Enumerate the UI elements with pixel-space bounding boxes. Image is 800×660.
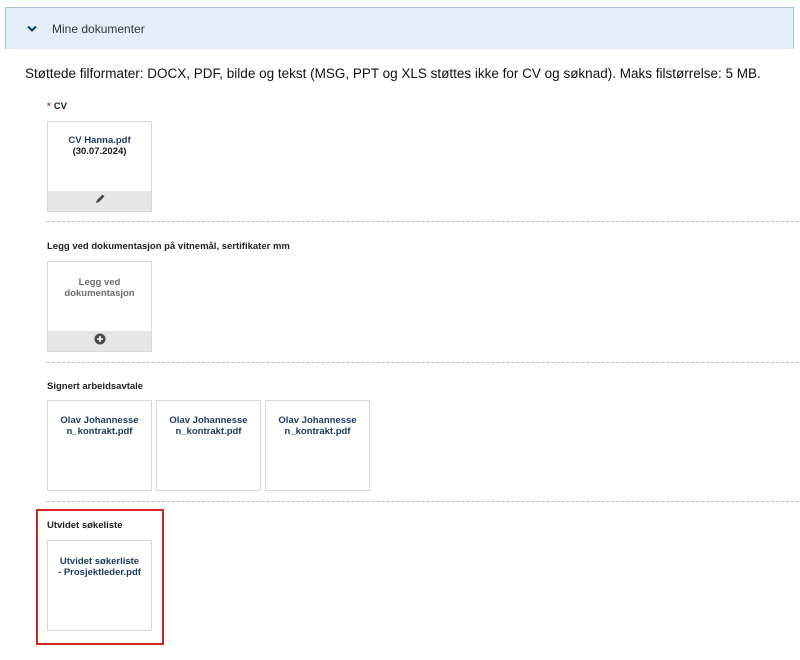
add-documentation-tile[interactable]: Legg ved dokumentasjon [47,261,152,352]
section-divider [47,501,799,502]
search-list-section: Utvidet søkeliste [47,520,799,531]
cv-label: * CV [47,101,67,112]
plus-circle-icon [94,332,106,350]
documentation-section: Legg ved dokumentasjon på vitnemål, sert… [47,241,799,252]
search-list-file-name[interactable]: Utvidet søkerliste - Prosjektleder.pdf [48,556,151,578]
pencil-icon [94,192,106,210]
panel-title: Mine dokumenter [52,21,145,36]
required-marker: * [47,101,51,112]
contract-file-name[interactable]: Olav Johannessen_kontrakt.pdf [266,415,369,437]
cv-file-date: (30.07.2024) [72,146,127,157]
search-list-label: Utvidet søkeliste [47,520,123,531]
search-list-file-tile[interactable]: Utvidet søkerliste - Prosjektleder.pdf [47,540,152,631]
section-divider [47,362,799,363]
contract-file-tile[interactable]: Olav Johannessen_kontrakt.pdf [47,400,152,491]
contract-section: Signert arbeidsavtale [47,381,799,392]
cv-file-name[interactable]: CV Hanna.pdf (30.07.2024) [48,135,151,157]
documentation-label: Legg ved dokumentasjon på vitnemål, sert… [47,241,290,252]
cv-section: * CV [47,101,799,112]
supported-formats-note: Støttede filformater: DOCX, PDF, bilde o… [25,66,761,81]
edit-cv-button[interactable] [48,191,151,211]
contract-file-name[interactable]: Olav Johannessen_kontrakt.pdf [157,415,260,437]
contract-label: Signert arbeidsavtale [47,381,144,392]
add-documentation-button[interactable] [48,331,151,351]
contract-file-tile[interactable]: Olav Johannessen_kontrakt.pdf [265,400,370,491]
mine-dokumenter-header[interactable]: Mine dokumenter [5,7,794,49]
chevron-down-icon [26,23,38,35]
section-divider [47,221,799,222]
add-documentation-label: Legg ved dokumentasjon [64,277,135,299]
contract-file-name[interactable]: Olav Johannessen_kontrakt.pdf [48,415,151,437]
contract-file-tile[interactable]: Olav Johannessen_kontrakt.pdf [156,400,261,491]
cv-file-tile[interactable]: CV Hanna.pdf (30.07.2024) [47,121,152,212]
